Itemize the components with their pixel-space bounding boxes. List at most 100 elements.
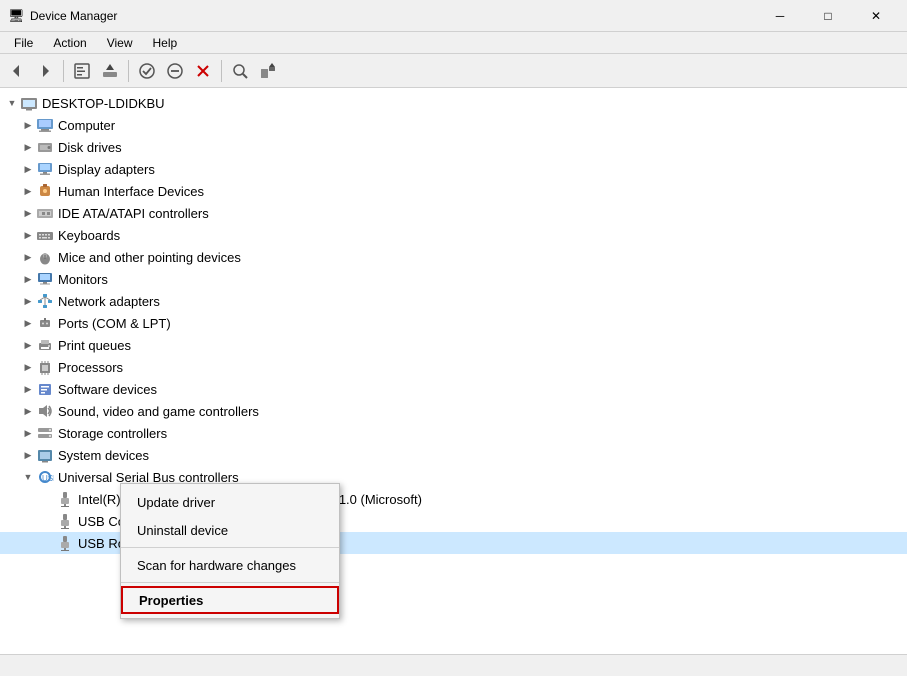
tree-panel[interactable]: ▼ DESKTOP-LDIDKBU ▶ Compu bbox=[0, 88, 907, 654]
ide-toggle[interactable]: ▶ bbox=[20, 205, 36, 221]
hid-icon bbox=[36, 183, 54, 199]
print-toggle[interactable]: ▶ bbox=[20, 337, 36, 353]
system-toggle[interactable]: ▶ bbox=[20, 447, 36, 463]
properties-icon bbox=[73, 62, 91, 80]
tree-item-processors[interactable]: ▶ Processors bbox=[0, 356, 907, 378]
context-scan-hardware[interactable]: Scan for hardware changes bbox=[121, 551, 339, 579]
tree-item-ide[interactable]: ▶ IDE ATA/ATAPI controllers bbox=[0, 202, 907, 224]
context-properties[interactable]: Properties bbox=[121, 586, 339, 614]
print-icon bbox=[36, 337, 54, 353]
display-icon bbox=[36, 161, 54, 177]
close-button[interactable]: ✕ bbox=[853, 0, 899, 32]
sound-toggle[interactable]: ▶ bbox=[20, 403, 36, 419]
title-bar-controls: ─ □ ✕ bbox=[757, 0, 899, 32]
tree-label-keyboards: Keyboards bbox=[58, 228, 120, 243]
back-icon bbox=[8, 62, 26, 80]
disable-button[interactable] bbox=[162, 58, 188, 84]
tree-item-monitors[interactable]: ▶ Monitors bbox=[0, 268, 907, 290]
processor-icon bbox=[36, 359, 54, 375]
toolbar-separator-3 bbox=[221, 60, 222, 82]
uninstall-button[interactable] bbox=[190, 58, 216, 84]
ports-icon bbox=[36, 315, 54, 331]
processors-toggle[interactable]: ▶ bbox=[20, 359, 36, 375]
scan-button[interactable] bbox=[227, 58, 253, 84]
usb-composite-toggle: ▶ bbox=[40, 513, 56, 529]
usb-intel-toggle: ▶ bbox=[40, 491, 56, 507]
app-icon: 🖥 bbox=[8, 8, 24, 24]
usb-root-icon bbox=[56, 535, 74, 551]
add-legacy-button[interactable] bbox=[255, 58, 281, 84]
tree-item-ports[interactable]: ▶ Ports (COM & LPT) bbox=[0, 312, 907, 334]
forward-button[interactable] bbox=[32, 58, 58, 84]
tree-item-mice[interactable]: ▶ Mice and other pointing devices bbox=[0, 246, 907, 268]
context-update-driver[interactable]: Update driver bbox=[121, 488, 339, 516]
menu-help[interactable]: Help bbox=[143, 34, 188, 52]
computer-icon bbox=[36, 117, 54, 133]
disk-toggle[interactable]: ▶ bbox=[20, 139, 36, 155]
toolbar-separator-2 bbox=[128, 60, 129, 82]
tree-item-disk-drives[interactable]: ▶ Disk drives bbox=[0, 136, 907, 158]
uninstall-icon bbox=[194, 62, 212, 80]
tree-item-system[interactable]: ▶ System devices bbox=[0, 444, 907, 466]
menu-action[interactable]: Action bbox=[43, 34, 96, 52]
tree-item-display[interactable]: ▶ Display adapters bbox=[0, 158, 907, 180]
title-bar: 🖥 Device Manager ─ □ ✕ bbox=[0, 0, 907, 32]
tree-label-display: Display adapters bbox=[58, 162, 155, 177]
context-menu: Update driver Uninstall device Scan for … bbox=[120, 483, 340, 619]
context-separator-2 bbox=[121, 582, 339, 583]
display-toggle[interactable]: ▶ bbox=[20, 161, 36, 177]
tree-item-network[interactable]: ▶ Network adapters bbox=[0, 290, 907, 312]
tree-item-print[interactable]: ▶ Print queues bbox=[0, 334, 907, 356]
tree-item-storage[interactable]: ▶ Storage controllers bbox=[0, 422, 907, 444]
hid-toggle[interactable]: ▶ bbox=[20, 183, 36, 199]
maximize-button[interactable]: □ bbox=[805, 0, 851, 32]
keyboards-toggle[interactable]: ▶ bbox=[20, 227, 36, 243]
enable-button[interactable] bbox=[134, 58, 160, 84]
menu-file[interactable]: File bbox=[4, 34, 43, 52]
root-toggle[interactable]: ▼ bbox=[4, 95, 20, 111]
minimize-button[interactable]: ─ bbox=[757, 0, 803, 32]
menu-view[interactable]: View bbox=[97, 34, 143, 52]
disk-icon bbox=[36, 139, 54, 155]
add-legacy-icon bbox=[259, 62, 277, 80]
network-icon bbox=[36, 293, 54, 309]
tree-label-ports: Ports (COM & LPT) bbox=[58, 316, 171, 331]
tree-item-computer[interactable]: ▶ Computer bbox=[0, 114, 907, 136]
update-driver-button[interactable] bbox=[97, 58, 123, 84]
context-uninstall-device[interactable]: Uninstall device bbox=[121, 516, 339, 544]
svg-text:USB: USB bbox=[42, 474, 54, 483]
forward-icon bbox=[36, 62, 54, 80]
mice-toggle[interactable]: ▶ bbox=[20, 249, 36, 265]
network-toggle[interactable]: ▶ bbox=[20, 293, 36, 309]
root-label: DESKTOP-LDIDKBU bbox=[42, 96, 165, 111]
tree-item-hid[interactable]: ▶ Human Interface Devices bbox=[0, 180, 907, 202]
software-toggle[interactable]: ▶ bbox=[20, 381, 36, 397]
usb-toggle[interactable]: ▼ bbox=[20, 469, 36, 485]
window-title: Device Manager bbox=[30, 9, 117, 23]
mouse-icon bbox=[36, 249, 54, 265]
back-button[interactable] bbox=[4, 58, 30, 84]
tree-item-sound[interactable]: ▶ Sound, video and game controllers bbox=[0, 400, 907, 422]
tree-label-print: Print queues bbox=[58, 338, 131, 353]
context-separator-1 bbox=[121, 547, 339, 548]
tree-root[interactable]: ▼ DESKTOP-LDIDKBU bbox=[0, 92, 907, 114]
properties-button[interactable] bbox=[69, 58, 95, 84]
usb-intel-icon bbox=[56, 491, 74, 507]
tree-label-processors: Processors bbox=[58, 360, 123, 375]
usb-icon: USB bbox=[36, 469, 54, 485]
status-bar bbox=[0, 654, 907, 676]
tree-label-hid: Human Interface Devices bbox=[58, 184, 204, 199]
tree-item-software[interactable]: ▶ Software devices bbox=[0, 378, 907, 400]
ide-icon bbox=[36, 205, 54, 221]
tree-item-keyboards[interactable]: ▶ Keyboards bbox=[0, 224, 907, 246]
storage-toggle[interactable]: ▶ bbox=[20, 425, 36, 441]
title-bar-left: 🖥 Device Manager bbox=[8, 8, 117, 24]
software-icon bbox=[36, 381, 54, 397]
monitors-toggle[interactable]: ▶ bbox=[20, 271, 36, 287]
tree-label-software: Software devices bbox=[58, 382, 157, 397]
computer-toggle[interactable]: ▶ bbox=[20, 117, 36, 133]
usb-composite-icon bbox=[56, 513, 74, 529]
ports-toggle[interactable]: ▶ bbox=[20, 315, 36, 331]
toolbar-separator-1 bbox=[63, 60, 64, 82]
scan-icon bbox=[231, 62, 249, 80]
